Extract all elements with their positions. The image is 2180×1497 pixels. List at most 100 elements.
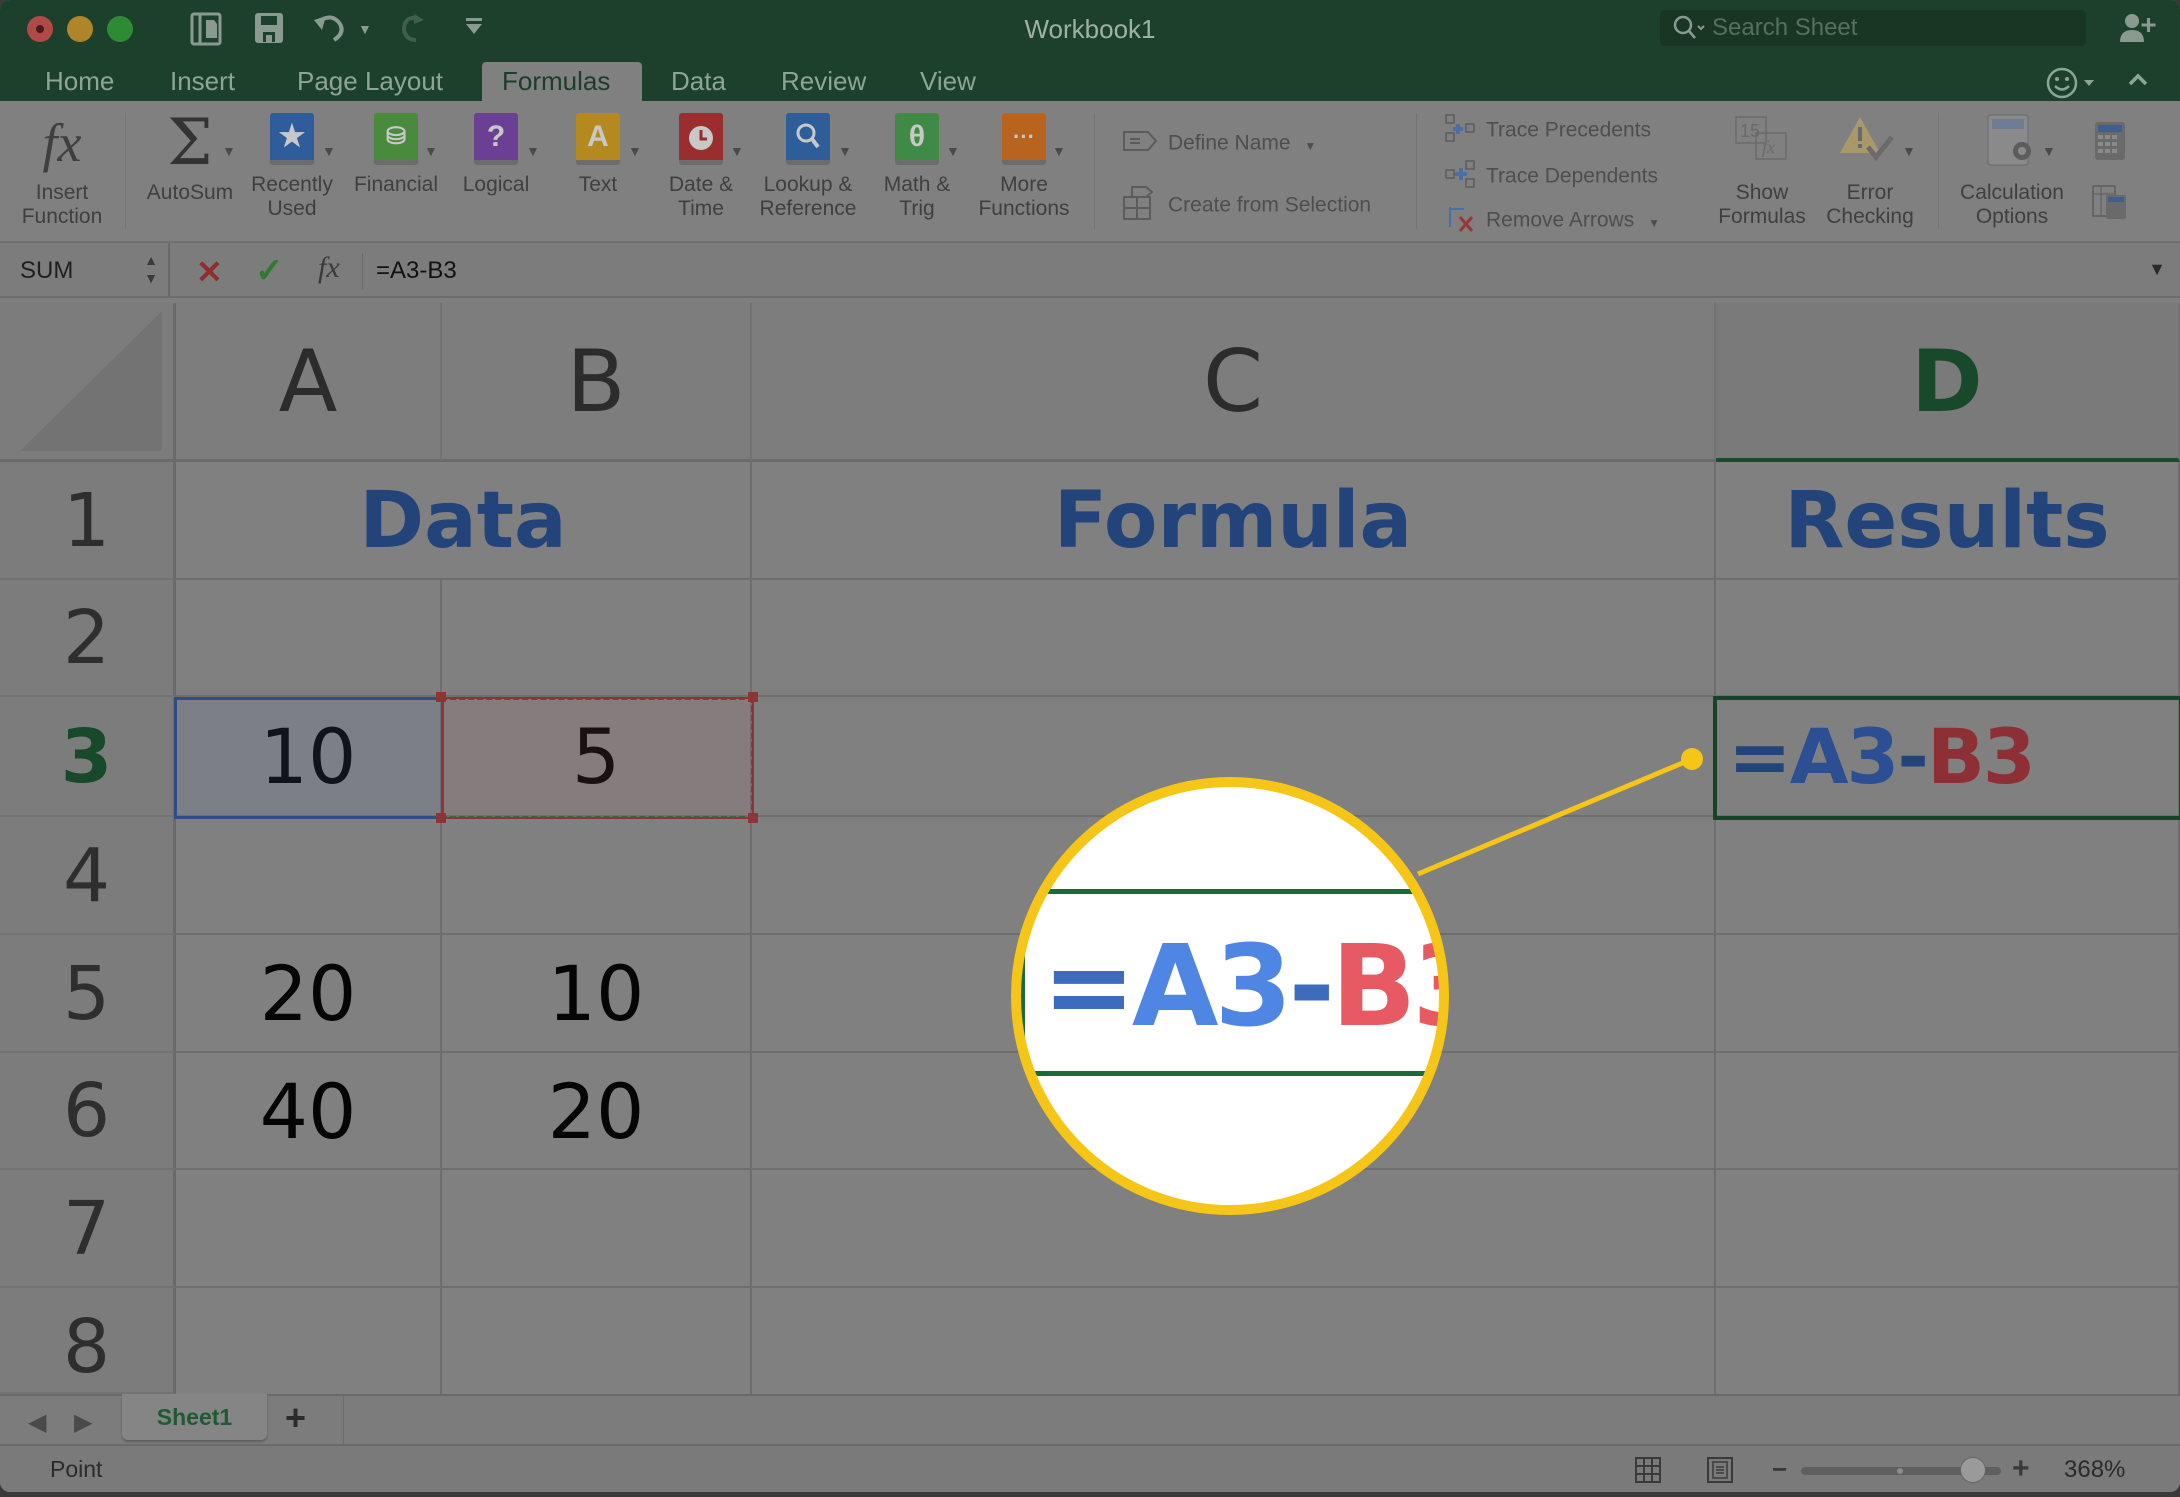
cell-c5[interactable]	[752, 935, 1716, 1053]
cell-d5[interactable]	[1716, 935, 2180, 1053]
tab-data[interactable]: Data	[651, 62, 746, 101]
cell-d6[interactable]	[1716, 1053, 2180, 1170]
cell-d1[interactable]: Results	[1716, 462, 2180, 580]
insert-function-button[interactable]: fx Insert Function	[14, 113, 110, 229]
row-header-2[interactable]: 2	[0, 580, 176, 697]
cell-a2[interactable]	[176, 580, 442, 697]
show-formulas-button[interactable]: 15 fx Show Formulas	[1712, 113, 1812, 229]
cancel-entry-icon[interactable]: ✕	[196, 253, 223, 291]
page-layout-view-icon[interactable]	[1706, 1456, 1734, 1489]
cell-b5[interactable]: 10	[442, 935, 752, 1053]
column-header-a[interactable]: A	[176, 303, 442, 462]
cell-c4[interactable]	[752, 817, 1716, 935]
row-header-3[interactable]: 3	[0, 697, 176, 817]
zoom-out-icon[interactable]: −	[1772, 1454, 1787, 1485]
row-header-8[interactable]: 8	[0, 1288, 176, 1394]
math-trig-dropdown-icon[interactable]: ▼	[946, 143, 960, 159]
sheet-tab-sheet1[interactable]: Sheet1	[122, 1394, 267, 1440]
error-checking-button[interactable]: Error Checking	[1820, 113, 1920, 229]
lookup-reference-button[interactable]: Lookup & Reference	[752, 113, 864, 221]
cell-a8[interactable]	[176, 1288, 442, 1394]
row-header-7[interactable]: 7	[0, 1170, 176, 1288]
remove-arrows-button[interactable]: Remove Arrows ▼	[1444, 203, 1660, 239]
calculate-sheet-icon[interactable]	[2092, 185, 2128, 226]
column-header-c[interactable]: C	[752, 303, 1716, 462]
autosum-button[interactable]: Σ AutoSum	[142, 111, 238, 205]
cell-c2[interactable]	[752, 580, 1716, 697]
confirm-entry-icon[interactable]: ✓	[255, 251, 284, 291]
create-from-selection-button[interactable]: Create from Selection	[1122, 185, 1371, 227]
cell-c1[interactable]: Formula	[752, 462, 1716, 580]
cell-c7[interactable]	[752, 1170, 1716, 1288]
lookup-dropdown-icon[interactable]: ▼	[838, 143, 852, 159]
more-functions-dropdown-icon[interactable]: ▼	[1052, 143, 1066, 159]
logical-dropdown-icon[interactable]: ▼	[526, 143, 540, 159]
resize-handle[interactable]	[436, 813, 446, 823]
cell-d7[interactable]	[1716, 1170, 2180, 1288]
normal-view-icon[interactable]	[1634, 1456, 1662, 1489]
cell-d8[interactable]	[1716, 1288, 2180, 1394]
cell-b8[interactable]	[442, 1288, 752, 1394]
cell-a1-merged[interactable]: Data	[176, 462, 752, 580]
search-sheet-input[interactable]: Search Sheet	[1660, 10, 2086, 46]
feedback-smiley-icon[interactable]	[2046, 66, 2102, 105]
error-checking-dropdown-icon[interactable]: ▼	[1902, 143, 1916, 159]
resize-handle[interactable]	[436, 692, 446, 702]
text-dropdown-icon[interactable]: ▼	[628, 143, 642, 159]
recently-used-button[interactable]: ★ Recently Used	[244, 113, 340, 221]
tab-review[interactable]: Review	[761, 62, 886, 101]
tab-view[interactable]: View	[900, 62, 996, 101]
column-header-d[interactable]: D	[1716, 303, 2180, 462]
cell-d2[interactable]	[1716, 580, 2180, 697]
calculation-options-button[interactable]: Calculation Options	[1952, 113, 2072, 229]
date-time-button[interactable]: Date & Time	[654, 113, 748, 221]
collapse-ribbon-icon[interactable]	[2126, 68, 2150, 97]
tab-insert[interactable]: Insert	[150, 62, 255, 101]
name-box-stepper-icon[interactable]: ▲ ▼	[144, 251, 158, 287]
autosum-dropdown-icon[interactable]: ▼	[222, 143, 236, 159]
zoom-slider-thumb[interactable]	[1960, 1457, 1986, 1483]
define-name-dropdown-icon[interactable]: ▼	[1304, 139, 1316, 153]
tab-page-layout[interactable]: Page Layout	[277, 62, 463, 101]
tab-home[interactable]: Home	[25, 62, 134, 101]
cell-b2[interactable]	[442, 580, 752, 697]
select-all-corner[interactable]	[0, 303, 176, 462]
date-time-dropdown-icon[interactable]: ▼	[730, 143, 744, 159]
tab-formulas[interactable]: Formulas	[482, 62, 642, 101]
add-sheet-button[interactable]: +	[285, 1400, 306, 1436]
cell-a6[interactable]: 40	[176, 1053, 442, 1170]
zoom-slider[interactable]	[1801, 1457, 2001, 1483]
cell-a7[interactable]	[176, 1170, 442, 1288]
next-sheet-icon[interactable]: ▶	[74, 1408, 92, 1437]
trace-precedents-button[interactable]: Trace Precedents	[1444, 113, 1651, 149]
cell-b4[interactable]	[442, 817, 752, 935]
cell-c6[interactable]	[752, 1053, 1716, 1170]
row-header-1[interactable]: 1	[0, 462, 176, 580]
cell-c8[interactable]	[752, 1288, 1716, 1394]
cell-a4[interactable]	[176, 817, 442, 935]
zoom-percentage[interactable]: 368%	[2064, 1456, 2125, 1484]
row-header-4[interactable]: 4	[0, 817, 176, 935]
zoom-in-icon[interactable]: +	[2012, 1452, 2030, 1486]
column-header-b[interactable]: B	[442, 303, 752, 462]
row-header-5[interactable]: 5	[0, 935, 176, 1053]
cell-b7[interactable]	[442, 1170, 752, 1288]
cell-d4[interactable]	[1716, 817, 2180, 935]
remove-arrows-dropdown-icon[interactable]: ▼	[1648, 216, 1660, 230]
resize-handle[interactable]	[748, 692, 758, 702]
more-functions-button[interactable]: ··· More Functions	[968, 113, 1080, 221]
resize-handle[interactable]	[748, 813, 758, 823]
add-person-icon[interactable]	[2118, 12, 2158, 49]
row-header-6[interactable]: 6	[0, 1053, 176, 1170]
define-name-button[interactable]: Define Name ▼	[1122, 129, 1316, 159]
financial-dropdown-icon[interactable]: ▼	[424, 143, 438, 159]
cell-c3[interactable]	[752, 697, 1716, 817]
calculation-options-dropdown-icon[interactable]: ▼	[2042, 143, 2056, 159]
cell-b6[interactable]: 20	[442, 1053, 752, 1170]
calculate-now-icon[interactable]	[2094, 121, 2126, 166]
formula-input[interactable]: =A3-B3	[376, 243, 457, 298]
cell-a5[interactable]: 20	[176, 935, 442, 1053]
trace-dependents-button[interactable]: Trace Dependents	[1444, 159, 1658, 195]
recently-used-dropdown-icon[interactable]: ▼	[322, 143, 336, 159]
previous-sheet-icon[interactable]: ◀	[28, 1408, 46, 1437]
